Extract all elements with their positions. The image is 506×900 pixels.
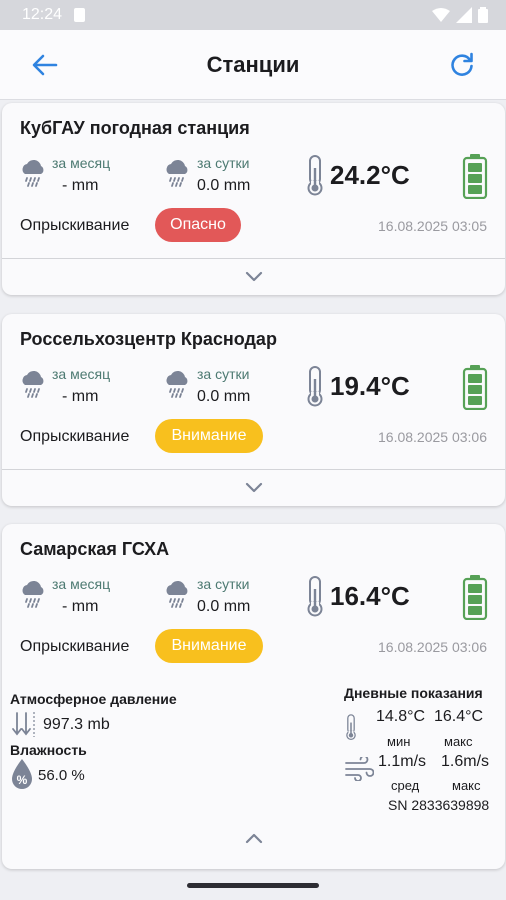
wind-max-label: макс	[452, 778, 481, 793]
thermometer-icon	[307, 366, 323, 407]
wind-max-value: 1.6m/s	[441, 753, 490, 770]
rain-icon	[165, 580, 189, 608]
status-bar: 12:24	[0, 0, 506, 30]
rain-month-value: - mm	[62, 598, 99, 615]
status-icons	[432, 7, 488, 23]
divider	[2, 469, 505, 470]
rain-icon	[165, 159, 189, 187]
thermometer-icon	[307, 576, 323, 617]
wind-icon	[345, 757, 374, 781]
battery-icon	[462, 364, 488, 410]
humidity-icon: %	[12, 759, 32, 789]
rain-icon	[21, 159, 45, 187]
rain-day-label: за сутки	[197, 576, 250, 592]
page-title: Станции	[206, 52, 300, 77]
sim-card-icon	[74, 8, 85, 22]
station-name: Россельхозцентр Краснодар	[20, 329, 277, 349]
measurement-datetime: 16.08.2025 03:05	[378, 218, 487, 234]
temp-max-label: макс	[444, 734, 473, 749]
humidity-value: 56.0 %	[38, 767, 85, 784]
station-card-krasnodar[interactable]: Россельхозцентр Краснодар за месяц - mm …	[2, 314, 505, 506]
serial-number: SN 2833639898	[388, 797, 490, 813]
temperature-value: 19.4°C	[330, 371, 410, 401]
temp-max-value: 16.4°C	[434, 708, 484, 725]
pressure-icon	[12, 712, 35, 737]
daily-readings-label: Дневные показания	[344, 685, 483, 701]
rain-icon	[21, 370, 45, 398]
temperature-value: 16.4°C	[330, 581, 410, 611]
rain-month-label: за месяц	[52, 576, 111, 592]
pressure-value: 997.3 mb	[43, 716, 110, 733]
spraying-status-badge: Опасно	[155, 208, 241, 242]
chevron-up-icon[interactable]	[244, 831, 264, 845]
spraying-label: Опрыскивание	[20, 638, 130, 655]
battery-status-icon	[478, 7, 488, 23]
temp-min-value: 14.8°C	[376, 708, 426, 725]
rain-month-value: - mm	[62, 388, 99, 405]
divider	[2, 258, 505, 259]
station-name: КубГАУ погодная станция	[20, 118, 250, 138]
chevron-down-icon[interactable]	[244, 270, 264, 284]
rain-month-label: за месяц	[52, 366, 111, 382]
rain-day-value: 0.0 mm	[197, 598, 251, 615]
battery-icon	[462, 574, 488, 620]
station-card-samara[interactable]: Самарская ГСХА за месяц - mm за сутки 0.…	[2, 524, 505, 869]
wifi-icon	[432, 8, 450, 22]
station-card-kubgau[interactable]: КубГАУ погодная станция за месяц - mm за…	[2, 103, 505, 295]
humidity-label: Влажность	[10, 742, 87, 758]
rain-icon	[165, 370, 189, 398]
signal-icon	[456, 7, 472, 23]
measurement-datetime: 16.08.2025 03:06	[378, 639, 487, 655]
wind-avg-label: сред	[391, 778, 420, 793]
thermometer-small-icon	[346, 714, 356, 741]
rain-day-value: 0.0 mm	[197, 388, 251, 405]
rain-day-value: 0.0 mm	[197, 177, 251, 194]
spraying-status-badge: Внимание	[155, 629, 263, 663]
spraying-status-badge: Внимание	[155, 419, 263, 453]
rain-icon	[21, 580, 45, 608]
refresh-icon[interactable]	[448, 51, 476, 79]
station-name: Самарская ГСХА	[20, 539, 170, 559]
chevron-down-icon[interactable]	[244, 481, 264, 495]
temperature-value: 24.2°C	[330, 160, 410, 190]
rain-day-label: за сутки	[197, 366, 250, 382]
measurement-datetime: 16.08.2025 03:06	[378, 429, 487, 445]
rain-month-label: за месяц	[52, 155, 111, 171]
rain-day-label: за сутки	[197, 155, 250, 171]
home-indicator[interactable]	[187, 883, 319, 888]
thermometer-icon	[307, 155, 323, 196]
app-bar: Станции	[0, 30, 506, 100]
battery-icon	[462, 153, 488, 199]
wind-avg-value: 1.1m/s	[378, 753, 427, 770]
status-time: 12:24	[22, 6, 63, 23]
svg-text:%: %	[17, 773, 28, 787]
pressure-label: Атмосферное давление	[10, 691, 177, 707]
spraying-label: Опрыскивание	[20, 217, 130, 234]
spraying-label: Опрыскивание	[20, 428, 130, 445]
temp-min-label: мин	[387, 734, 411, 749]
rain-month-value: - mm	[62, 177, 99, 194]
